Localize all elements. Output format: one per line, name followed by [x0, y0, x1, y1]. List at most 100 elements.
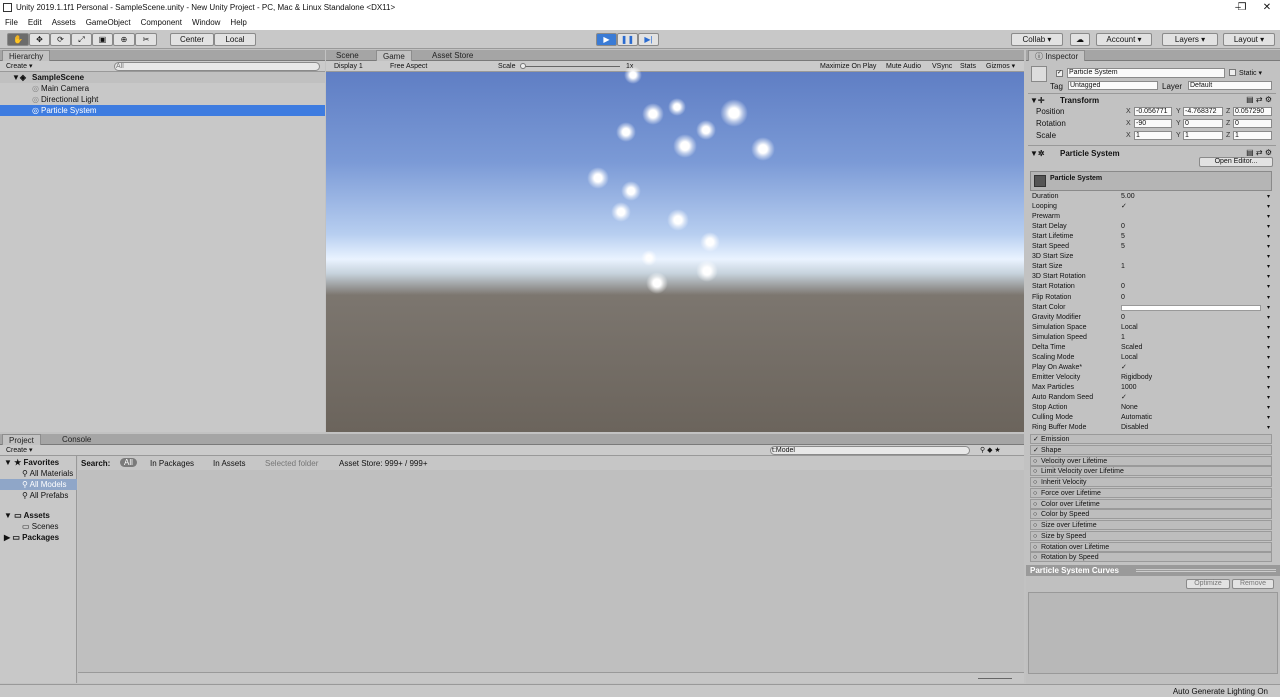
pivot-center-button[interactable]: Center	[170, 33, 214, 46]
property-row[interactable]: Flip Rotation 0 ▾	[1030, 293, 1272, 303]
menu-help[interactable]: Help	[225, 16, 251, 27]
dropdown-arrow-icon[interactable]: ▾	[1267, 353, 1270, 363]
property-row[interactable]: Simulation Space Local ▾	[1030, 323, 1272, 333]
dropdown-arrow-icon[interactable]: ▾	[1267, 262, 1270, 272]
dropdown-arrow-icon[interactable]: ▾	[1267, 202, 1270, 212]
module-header[interactable]: ○ Inherit Velocity	[1030, 477, 1272, 487]
property-value[interactable]: 1	[1121, 333, 1125, 343]
module-toggle[interactable]: ✓	[1033, 435, 1039, 445]
module-toggle[interactable]: ○	[1033, 553, 1037, 563]
display-select[interactable]: Display 1	[334, 62, 363, 71]
property-row[interactable]: Duration 5.00 ▾	[1030, 192, 1272, 202]
mute-audio-toggle[interactable]: Mute Audio	[886, 62, 921, 71]
module-toggle[interactable]: ○	[1033, 457, 1037, 467]
filter-asset-store[interactable]: Asset Store: 999+ / 999+	[339, 459, 428, 468]
cloud-icon[interactable]: ☁	[1070, 33, 1090, 46]
property-row[interactable]: Ring Buffer Mode Disabled ▾	[1030, 423, 1272, 433]
remove-button[interactable]: Remove	[1232, 579, 1274, 589]
property-value[interactable]: Rigidbody	[1121, 373, 1152, 383]
property-row[interactable]: Gravity Modifier 0 ▾	[1030, 313, 1272, 323]
tab-scene[interactable]: Scene	[330, 50, 365, 61]
dropdown-arrow-icon[interactable]: ▾	[1267, 363, 1270, 373]
property-row[interactable]: Scaling Mode Local ▾	[1030, 353, 1272, 363]
layer-dropdown[interactable]: Default	[1188, 81, 1272, 90]
dropdown-arrow-icon[interactable]: ▾	[1267, 212, 1270, 222]
rotation-x[interactable]: -90	[1134, 119, 1172, 128]
scale-tool-icon[interactable]: ⤢	[71, 33, 92, 46]
module-header[interactable]: ○ Size over Lifetime	[1030, 520, 1272, 530]
module-header[interactable]: ✓ Shape	[1030, 444, 1272, 455]
module-toggle[interactable]: ○	[1033, 467, 1037, 477]
tab-inspector[interactable]: ⓘ Inspector	[1028, 50, 1086, 61]
position-x[interactable]: -0.056771	[1134, 107, 1172, 116]
dropdown-arrow-icon[interactable]: ▾	[1267, 403, 1270, 413]
tab-project[interactable]: Project	[2, 434, 41, 445]
stats-toggle[interactable]: Stats	[960, 62, 976, 71]
property-row[interactable]: Prewarm ▾	[1030, 212, 1272, 222]
hierarchy-item-selected[interactable]: ◎ Particle System	[0, 105, 325, 116]
module-header[interactable]: ○ Color by Speed	[1030, 509, 1272, 520]
scenes-folder[interactable]: ▭ Scenes	[22, 521, 58, 532]
dropdown-arrow-icon[interactable]: ▾	[1267, 323, 1270, 333]
module-toggle[interactable]: ○	[1033, 532, 1037, 542]
menu-gameobject[interactable]: GameObject	[81, 16, 136, 27]
account-button[interactable]: Account ▾	[1096, 33, 1152, 46]
curve-graph[interactable]	[1028, 592, 1278, 674]
particle-system-module[interactable]: Particle System	[1030, 171, 1272, 191]
transform-tool-icon[interactable]: ⊕	[113, 33, 135, 46]
tab-asset-store[interactable]: Asset Store	[426, 50, 479, 61]
property-row[interactable]: Start Delay 0 ▾	[1030, 222, 1272, 232]
hierarchy-item[interactable]: ◎ Directional Light	[0, 94, 325, 105]
favorite-item-selected[interactable]: ⚲ All Models	[0, 479, 77, 490]
step-button-icon[interactable]: ▶|	[638, 33, 659, 46]
property-value[interactable]: Disabled	[1121, 423, 1148, 433]
filter-selected-folder[interactable]: Selected folder	[265, 459, 318, 468]
property-value[interactable]: Automatic	[1121, 413, 1152, 423]
property-row[interactable]: Start Color ▾	[1030, 303, 1272, 313]
module-header[interactable]: ○ Size by Speed	[1030, 530, 1272, 542]
rotation-z[interactable]: 0	[1233, 119, 1272, 128]
module-header[interactable]: ○ Rotation over Lifetime	[1030, 541, 1272, 553]
property-value[interactable]: Local	[1121, 323, 1138, 333]
property-value[interactable]: 5	[1121, 232, 1125, 242]
project-create-button[interactable]: Create ▾	[6, 446, 32, 455]
scale-x[interactable]: 1	[1134, 131, 1172, 140]
active-checkbox[interactable]: ✓	[1056, 69, 1063, 78]
scale-slider-thumb[interactable]	[520, 63, 526, 69]
module-toggle[interactable]: ○	[1033, 543, 1037, 553]
layers-button[interactable]: Layers ▾	[1162, 33, 1218, 46]
dropdown-arrow-icon[interactable]: ▾	[1267, 293, 1270, 303]
layout-button[interactable]: Layout ▾	[1223, 33, 1275, 46]
module-header[interactable]: ○ Limit Velocity over Lifetime	[1030, 466, 1272, 477]
dropdown-arrow-icon[interactable]: ▾	[1267, 232, 1270, 242]
property-row[interactable]: 3D Start Rotation ▾	[1030, 272, 1272, 282]
scene-row[interactable]: ▼◈ SampleScene	[0, 72, 325, 83]
dropdown-arrow-icon[interactable]: ▾	[1267, 373, 1270, 383]
property-value[interactable]	[1121, 304, 1261, 311]
dropdown-arrow-icon[interactable]: ▾	[1267, 413, 1270, 423]
property-value[interactable]: ✓	[1121, 363, 1127, 373]
aspect-select[interactable]: Free Aspect	[390, 62, 427, 71]
maximize-button[interactable]: ❐	[1231, 1, 1253, 15]
menu-edit[interactable]: Edit	[23, 16, 47, 27]
menu-component[interactable]: Component	[136, 16, 187, 27]
vsync-toggle[interactable]: VSync	[932, 62, 952, 71]
filter-all-button[interactable]: All	[120, 458, 137, 467]
custom-tool-icon[interactable]: ✂	[135, 33, 157, 46]
rotation-y[interactable]: 0	[1183, 119, 1223, 128]
module-toggle[interactable]: ○	[1033, 521, 1037, 531]
property-row[interactable]: Auto Random Seed ✓ ▾	[1030, 393, 1272, 403]
module-toggle[interactable]: ○	[1033, 510, 1037, 520]
dropdown-arrow-icon[interactable]: ▾	[1267, 282, 1270, 292]
property-row[interactable]: 3D Start Size ▾	[1030, 252, 1272, 262]
position-z[interactable]: 0.057290	[1233, 107, 1272, 116]
filter-in-packages[interactable]: In Packages	[150, 459, 194, 468]
icon-size-slider[interactable]	[978, 678, 1012, 679]
property-value[interactable]: Scaled	[1121, 343, 1142, 353]
hand-tool-icon[interactable]: ✋	[7, 33, 29, 46]
close-button[interactable]: ✕	[1256, 1, 1278, 15]
module-header[interactable]: ○ Rotation by Speed	[1030, 552, 1272, 563]
property-row[interactable]: Start Rotation 0 ▾	[1030, 282, 1272, 292]
property-row[interactable]: Start Size 1 ▾	[1030, 262, 1272, 272]
menu-file[interactable]: File	[0, 16, 23, 27]
